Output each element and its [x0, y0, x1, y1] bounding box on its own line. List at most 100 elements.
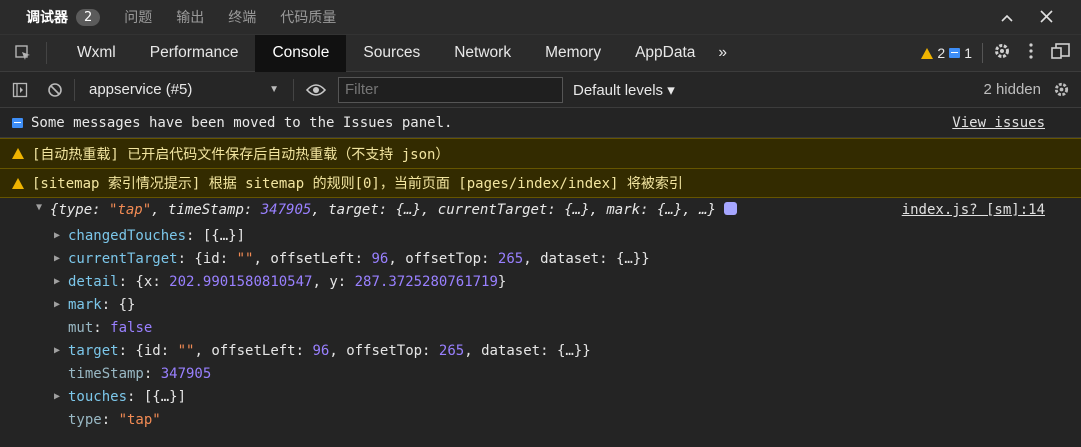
warning-count: 2: [937, 45, 946, 61]
expand-triangle-icon[interactable]: ▶: [54, 299, 68, 310]
prop-key: id: [202, 250, 220, 267]
key-target: target: [328, 202, 379, 218]
value-currenttarget: {…}: [564, 202, 590, 218]
object-info-icon[interactable]: [723, 202, 737, 215]
key-mark: mark: [606, 202, 641, 218]
context-selector[interactable]: appservice (#5) ▼: [79, 78, 289, 102]
dock-side-icon[interactable]: [1051, 42, 1071, 64]
prop-value: [{…}]: [202, 227, 246, 244]
prop-value: {…}: [556, 342, 583, 359]
prop-value: "": [236, 250, 254, 267]
tab-sources[interactable]: Sources: [346, 35, 437, 72]
prop-key: offsetLeft: [211, 342, 296, 359]
prop-key: touches: [68, 388, 128, 405]
property-currenttarget[interactable]: ▶ currentTarget: {id: "", offsetLeft: 96,…: [0, 247, 1081, 270]
tab-terminal[interactable]: 终端: [228, 7, 256, 27]
prop-key: mark: [68, 296, 102, 313]
prop-value: false: [110, 319, 153, 336]
tab-network[interactable]: Network: [437, 35, 528, 72]
info-icon: [949, 48, 961, 58]
warning-message-text: [sitemap 索引情况提示] 根据 sitemap 的规则[0]，当前页面 …: [32, 176, 683, 192]
tab-performance[interactable]: Performance: [133, 35, 256, 72]
expand-triangle-icon[interactable]: ▼: [36, 202, 50, 213]
panel-tab-bar: 调试器 2 问题 输出 终端 代码质量: [0, 0, 1081, 34]
dropdown-triangle-icon: ▼: [269, 84, 279, 95]
value-mark: {…}: [656, 202, 683, 218]
value-target: {…}: [395, 202, 421, 218]
prop-value: 96: [371, 250, 389, 267]
more-vertical-icon[interactable]: [1021, 43, 1041, 63]
property-timestamp: timeStamp: 347905: [68, 365, 212, 382]
warning-icon: [12, 177, 24, 189]
property-detail[interactable]: ▶ detail: {x: 202.9901580810547, y: 287.3…: [0, 270, 1081, 293]
gear-icon[interactable]: [993, 42, 1011, 64]
tab-appdata[interactable]: AppData: [618, 35, 712, 72]
prop-key: y: [329, 273, 338, 290]
issues-counter[interactable]: 2 1: [921, 45, 972, 61]
tab-debugger-label: 调试器: [26, 10, 68, 26]
prop-key: x: [143, 273, 153, 290]
property-mark[interactable]: ▶ mark: {}: [0, 293, 1081, 316]
tab-issues[interactable]: 问题: [124, 7, 152, 27]
clear-console-icon[interactable]: [40, 82, 70, 98]
expand-triangle-icon[interactable]: ▶: [54, 230, 68, 241]
more-tabs-button[interactable]: »: [712, 35, 733, 72]
source-link[interactable]: index.js? [sm]:14: [902, 202, 1045, 218]
key-type: type: [58, 202, 93, 218]
key-currenttarget: currentTarget: [437, 202, 548, 218]
prop-value: {}: [118, 296, 136, 313]
info-message-text: Some messages have been moved to the Iss…: [31, 114, 453, 131]
expand-triangle-icon[interactable]: ▶: [54, 345, 68, 356]
log-summary[interactable]: ▼ {type: "tap", timeStamp: 347905, targe…: [0, 202, 1081, 224]
eye-icon[interactable]: [298, 83, 334, 97]
filter-input[interactable]: [338, 76, 563, 103]
value-timestamp: 347905: [260, 202, 312, 218]
log-entry: ▼ {type: "tap", timeStamp: 347905, targe…: [0, 198, 1081, 431]
console-settings-icon[interactable]: [1041, 81, 1081, 98]
prop-key: currentTarget: [68, 250, 178, 267]
prop-value: 202.9901580810547: [169, 273, 313, 290]
prop-key: id: [143, 342, 161, 359]
hidden-count: 2 hidden: [983, 81, 1041, 98]
view-issues-link[interactable]: View issues: [952, 115, 1045, 131]
property-target[interactable]: ▶ target: {id: "", offsetLeft: 96, offset…: [0, 339, 1081, 362]
expand-triangle-icon[interactable]: ▶: [54, 391, 68, 402]
property-touches[interactable]: ▶ touches: [{…}]: [0, 385, 1081, 408]
warning-message-text: [自动热重载] 已开启代码文件保存后自动热重载（不支持 json）: [32, 146, 450, 163]
inspect-element-icon[interactable]: [0, 42, 47, 64]
tab-wxml[interactable]: Wxml: [47, 35, 133, 72]
close-icon[interactable]: [1040, 8, 1053, 27]
prop-value: 96: [312, 342, 330, 359]
log-levels-dropdown[interactable]: Default levels ▾: [573, 81, 675, 99]
value-type: "tap": [109, 202, 152, 218]
prop-value: 287.3725280761719: [354, 273, 498, 290]
property-mut: mut: false: [68, 319, 153, 336]
property-changedtouches[interactable]: ▶ changedTouches: [{…}]: [0, 224, 1081, 247]
warning-icon: [921, 47, 934, 59]
prop-key: dataset: [481, 342, 541, 359]
divider: [293, 78, 294, 101]
tab-code-quality[interactable]: 代码质量: [280, 7, 336, 27]
prop-value: 347905: [160, 365, 212, 382]
issues-moved-message: Some messages have been moved to the Iss…: [0, 108, 1081, 138]
warning-message-2: [sitemap 索引情况提示] 根据 sitemap 的规则[0]，当前页面 …: [0, 168, 1081, 198]
prop-value: [{…}]: [143, 388, 187, 405]
tab-console[interactable]: Console: [255, 34, 347, 72]
chevron-up-icon[interactable]: [1000, 8, 1014, 27]
warning-icon: [12, 148, 24, 159]
tab-output[interactable]: 输出: [176, 7, 204, 27]
sidebar-toggle-icon[interactable]: [0, 82, 40, 98]
prop-key: offsetLeft: [270, 250, 355, 267]
tab-memory[interactable]: Memory: [528, 35, 618, 72]
prop-key: offsetTop: [346, 342, 423, 359]
prop-key: changedTouches: [68, 227, 187, 244]
ellipsis: …}: [699, 202, 716, 218]
prop-value: "": [177, 342, 195, 359]
debugger-count-badge: 2: [76, 8, 101, 26]
expand-triangle-icon[interactable]: ▶: [54, 276, 68, 287]
console-toolbar: appservice (#5) ▼ Default levels ▾ 2 hid…: [0, 72, 1081, 108]
property-type: type: "tap": [68, 411, 161, 428]
tab-debugger[interactable]: 调试器 2: [26, 7, 101, 27]
expand-triangle-icon[interactable]: ▶: [54, 253, 68, 264]
prop-key: detail: [68, 273, 119, 290]
